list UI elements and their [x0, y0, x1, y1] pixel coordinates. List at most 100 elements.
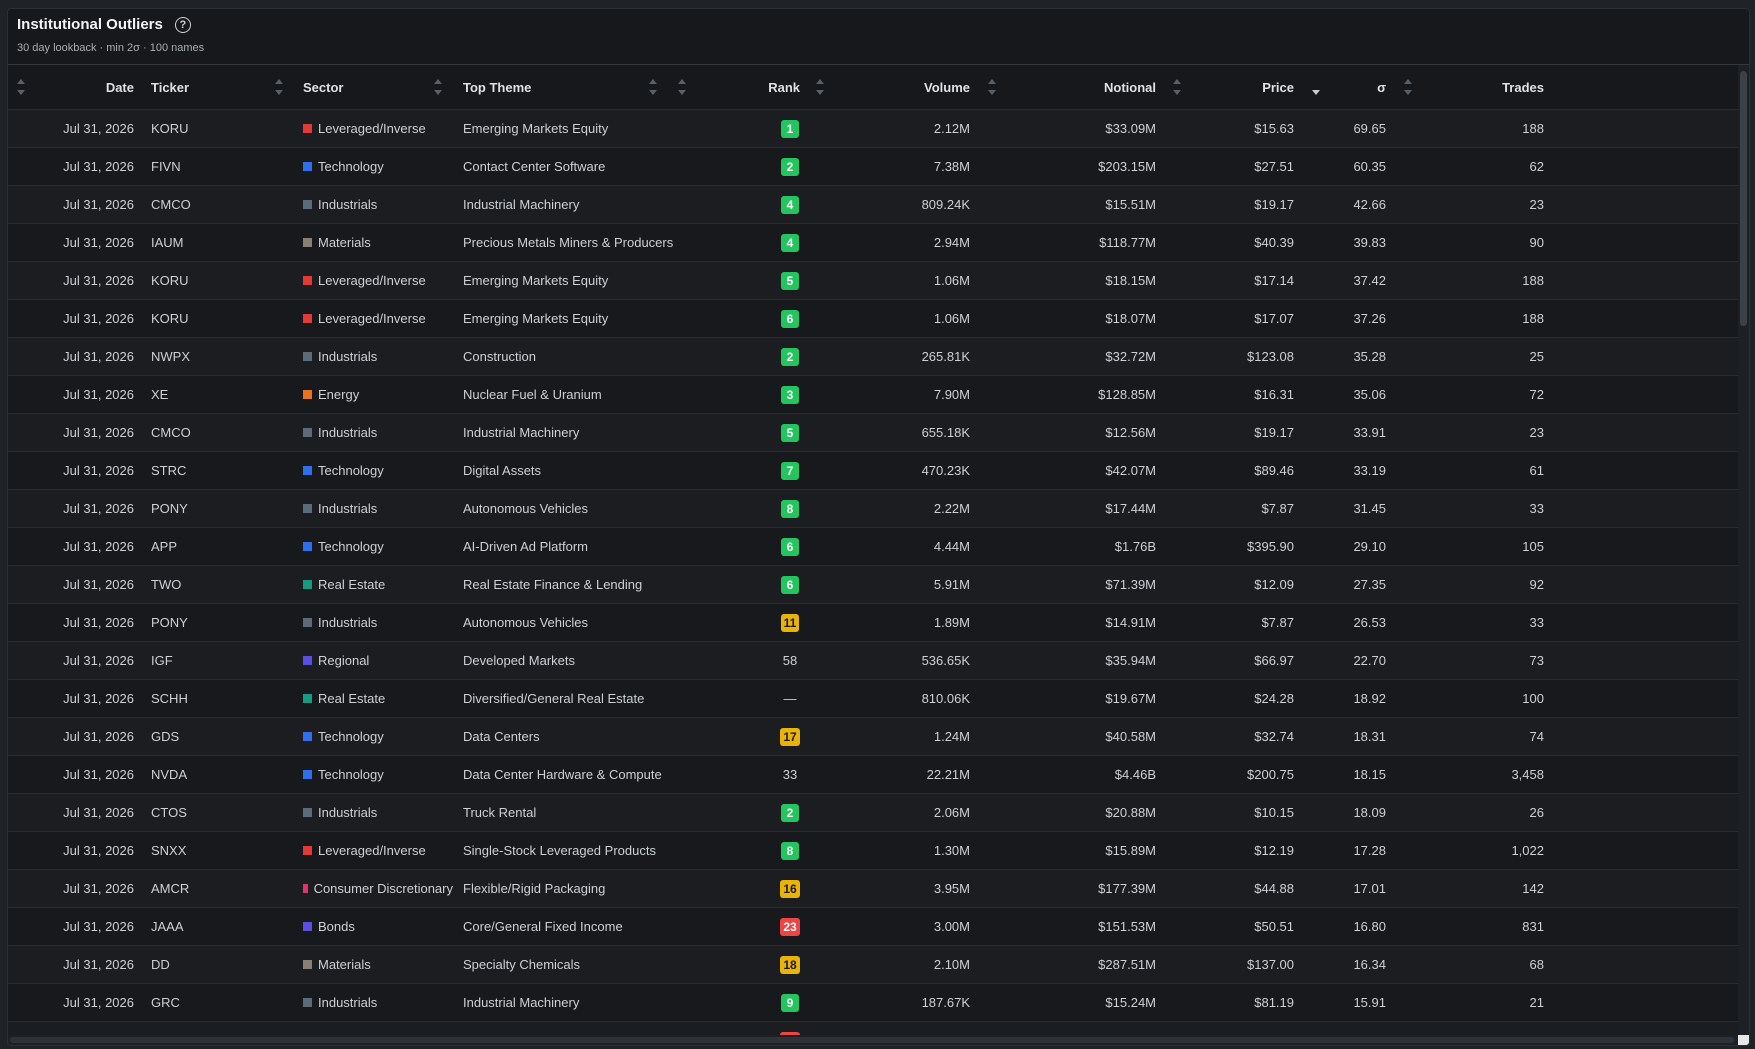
sector-color-swatch	[303, 276, 312, 285]
table-row[interactable]: Jul 31, 2026 CMCO Industrials Industrial Ma…	[8, 186, 1740, 224]
cell-notional: $287.51M	[1098, 957, 1156, 972]
table-row[interactable]: Jul 31, 2026 STRC Technology Digital Assets…	[8, 452, 1740, 490]
column-header-sector[interactable]: Sector	[303, 65, 423, 109]
cell-ticker[interactable]: PONY	[151, 490, 271, 527]
cell-ticker[interactable]: KORU	[151, 300, 271, 337]
sector-color-swatch	[303, 770, 312, 779]
cell-ticker[interactable]: SCHH	[151, 680, 271, 717]
table-row[interactable]: Jul 31, 2026 PONY Industrials Autonomous Ve…	[8, 490, 1740, 528]
horizontal-scrollbar[interactable]	[8, 1035, 1738, 1045]
column-header-rank[interactable]: Rank	[708, 65, 800, 109]
cell-ticker[interactable]: KORU	[151, 262, 271, 299]
cell-ticker[interactable]: JAAA	[151, 908, 271, 945]
sort-icon[interactable]	[434, 79, 442, 95]
table-row[interactable]: Jul 31, 2026 DD Materials Specialty Chemica…	[8, 946, 1740, 984]
sort-desc-icon[interactable]	[1312, 79, 1320, 95]
cell-notional: $71.39M	[1105, 577, 1156, 592]
cell-ticker[interactable]: NVDA	[151, 756, 271, 793]
sector-color-swatch	[303, 656, 312, 665]
cell-trades: 72	[1529, 387, 1544, 402]
cell-rank: 6	[770, 528, 810, 565]
sort-icon[interactable]	[1173, 79, 1181, 95]
cell-rank: 17	[770, 718, 810, 755]
table-row[interactable]: Jul 31, 2026 NWPX Industrials Construction 2…	[8, 338, 1740, 376]
cell-ticker[interactable]: XE	[151, 376, 271, 413]
sort-icon[interactable]	[1404, 79, 1412, 95]
scrollbar-thumb[interactable]	[10, 1037, 1734, 1043]
cell-theme: Autonomous Vehicles	[463, 615, 589, 630]
cell-date: Jul 31, 2026	[63, 197, 134, 212]
rank-badge: —	[783, 691, 797, 706]
cell-volume: 4.44M	[933, 539, 970, 554]
table-row[interactable]: Jul 31, 2026 GDS Technology Data Centers 17 1…	[8, 718, 1740, 756]
column-header-price[interactable]: Price	[1198, 65, 1294, 109]
table-row[interactable]: Jul 31, 2026 CTOS Industrials Truck Rental 2…	[8, 794, 1740, 832]
cell-ticker[interactable]: APP	[151, 528, 271, 565]
cell-trades: 3,458	[1511, 767, 1544, 782]
table-row[interactable]: Jul 31, 2026 APP Technology AI-Driven Ad Pl…	[8, 528, 1740, 566]
cell-sector: Real Estate	[303, 680, 453, 717]
table-row[interactable]: Jul 31, 2026 PONY Industrials Autonomous Ve…	[8, 604, 1740, 642]
sector-label: Technology	[318, 463, 384, 478]
cell-ticker[interactable]: AMCR	[151, 870, 271, 907]
sort-icon[interactable]	[649, 79, 657, 95]
sort-icon[interactable]	[17, 79, 25, 95]
cell-ticker[interactable]: CMCO	[151, 414, 271, 451]
cell-ticker[interactable]: NWPX	[151, 338, 271, 375]
column-header-date[interactable]: Date	[48, 65, 134, 109]
cell-ticker[interactable]: GRC	[151, 984, 271, 1021]
table-row[interactable]: Jul 31, 2026 SNXX Leveraged/Inverse Single-…	[8, 832, 1740, 870]
column-header-volume[interactable]: Volume	[848, 65, 970, 109]
column-header-theme[interactable]: Top Theme	[463, 65, 643, 109]
cell-ticker[interactable]: CMCO	[151, 186, 271, 223]
cell-ticker[interactable]: PONY	[151, 604, 271, 641]
cell-trades: 21	[1529, 995, 1544, 1010]
cell-price: $200.75	[1247, 767, 1294, 782]
vertical-scrollbar[interactable]	[1738, 65, 1749, 1045]
sector-color-swatch	[303, 732, 312, 741]
table-row[interactable]: Jul 31, 2026 SCHH Real Estate Diversified/G…	[8, 680, 1740, 718]
table-row[interactable]: Jul 31, 2026 IAUM Materials Precious Metals…	[8, 224, 1740, 262]
cell-ticker[interactable]: IGF	[151, 642, 271, 679]
cell-ticker[interactable]: FIVN	[151, 148, 271, 185]
table-row[interactable]: Jul 31, 2026 AMCR Consumer Discretionary Fl…	[8, 870, 1740, 908]
cell-ticker[interactable]: GDS	[151, 718, 271, 755]
table-row[interactable]: Jul 31, 2026 JAAA Bonds Core/General Fixed …	[8, 908, 1740, 946]
cell-ticker[interactable]: KORU	[151, 110, 271, 147]
sort-icon[interactable]	[678, 79, 686, 95]
table-row[interactable]: Jul 31, 2026 NVDA Technology Data Center Ha…	[8, 756, 1740, 794]
sort-icon[interactable]	[988, 79, 996, 95]
table-row[interactable]: Jul 31, 2026 GRC Industrials Industrial Mac…	[8, 984, 1740, 1022]
cell-sigma: 27.35	[1353, 577, 1386, 592]
column-header-notional[interactable]: Notional	[1008, 65, 1156, 109]
table-row[interactable]: Jul 31, 2026 XE Energy Nuclear Fuel & Urani…	[8, 376, 1740, 414]
table-row[interactable]: Jul 31, 2026 FIVN Technology Contact Center…	[8, 148, 1740, 186]
sort-icon[interactable]	[275, 79, 283, 95]
cell-theme: Truck Rental	[463, 805, 537, 820]
sector-label: Industrials	[318, 197, 378, 212]
column-header-sigma[interactable]: σ	[1328, 65, 1386, 109]
cell-ticker[interactable]: STRC	[151, 452, 271, 489]
table-row[interactable]: Jul 31, 2026 IGF Regional Developed Markets…	[8, 642, 1740, 680]
cell-date: Jul 31, 2026	[63, 805, 134, 820]
table-row[interactable]: Jul 31, 2026 KORU Leveraged/Inverse Emergin…	[8, 300, 1740, 338]
cell-ticker[interactable]: SNXX	[151, 832, 271, 869]
column-header-ticker[interactable]: Ticker	[151, 65, 271, 109]
cell-volume: 1.89M	[933, 615, 970, 630]
cell-ticker[interactable]: IAUM	[151, 224, 271, 261]
table-row[interactable]: Jul 31, 2026 CMCO Industrials Industrial Ma…	[8, 414, 1740, 452]
table-row[interactable]: Jul 31, 2026 TWO Real Estate Real Estate Fi…	[8, 566, 1740, 604]
cell-ticker[interactable]: CTOS	[151, 794, 271, 831]
column-header-trades[interactable]: Trades	[1428, 65, 1544, 109]
table-row[interactable]: Jul 31, 2026 KORU Leveraged/Inverse Emergin…	[8, 110, 1740, 148]
cell-ticker[interactable]: DD	[151, 946, 271, 983]
cell-trades: 62	[1529, 159, 1544, 174]
cell-ticker[interactable]: TWO	[151, 566, 271, 603]
cell-volume: 810.06K	[921, 691, 970, 706]
help-icon[interactable]: ?	[174, 16, 191, 33]
rank-badge: 8	[781, 841, 799, 860]
cell-price: $40.39	[1254, 235, 1294, 250]
scrollbar-thumb[interactable]	[1740, 71, 1747, 326]
sort-icon[interactable]	[816, 79, 824, 95]
table-row[interactable]: Jul 31, 2026 KORU Leveraged/Inverse Emergin…	[8, 262, 1740, 300]
